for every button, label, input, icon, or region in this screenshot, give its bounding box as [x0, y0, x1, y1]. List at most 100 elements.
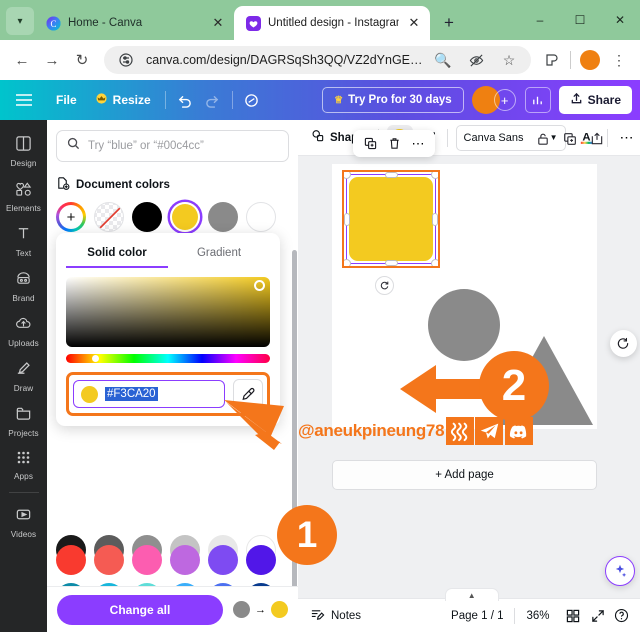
panel-footer: Change all → — [47, 586, 298, 632]
elements-icon — [15, 180, 32, 202]
change-all-button[interactable]: Change all — [57, 594, 223, 625]
share-upload-icon — [570, 92, 583, 108]
extensions-icon[interactable] — [539, 47, 565, 73]
divider — [164, 91, 166, 109]
sidebar-item-draw[interactable]: Draw — [1, 353, 46, 398]
black-swatch[interactable] — [132, 202, 162, 232]
rotate-handle-icon[interactable] — [375, 276, 394, 295]
canva-heart-icon — [246, 15, 261, 31]
grey-swatch[interactable] — [208, 202, 238, 232]
back-icon[interactable]: ← — [8, 46, 36, 74]
close-icon[interactable]: ✕ — [406, 15, 422, 31]
browser-chrome: ▾ C Home - Canva ✕ Untitled design - Ins… — [0, 0, 640, 80]
duplicate-icon[interactable] — [563, 132, 577, 149]
hex-value: #F3CA20 — [105, 387, 158, 401]
close-window-button[interactable]: ✕ — [600, 0, 640, 40]
color-swatch[interactable] — [56, 545, 86, 575]
lock-icon[interactable] — [536, 132, 550, 149]
tab-gradient[interactable]: Gradient — [168, 241, 270, 268]
more-horizontal-icon[interactable]: ⋯ — [408, 134, 428, 154]
yellow-swatch[interactable] — [170, 202, 200, 232]
site-settings-icon[interactable] — [113, 47, 139, 73]
address-bar[interactable]: canva.com/design/DAGRSqSh3QQ/VZ2dYnGE… 🔍… — [104, 46, 531, 74]
resize-button[interactable]: Resize — [86, 87, 160, 113]
add-collaborator-button[interactable]: + — [493, 89, 516, 111]
change-all-preview: → — [233, 601, 288, 618]
share-button[interactable]: Share — [558, 86, 632, 114]
file-menu-button[interactable]: File — [47, 87, 86, 113]
close-icon[interactable]: ✕ — [210, 15, 226, 31]
sidebar-item-elements[interactable]: Elements — [1, 173, 46, 218]
color-swatch[interactable] — [170, 545, 200, 575]
grid-view-icon[interactable] — [560, 609, 586, 623]
notes-button[interactable]: Notes — [310, 607, 361, 625]
tab-title: Home - Canva — [68, 17, 143, 29]
maximize-button[interactable]: ☐ — [560, 0, 600, 40]
sv-knob[interactable] — [254, 280, 265, 291]
callout-arrow-1 — [224, 400, 284, 450]
new-tab-button[interactable]: + — [436, 10, 462, 36]
fullscreen-icon[interactable] — [586, 609, 610, 623]
sidebar-item-label: Projects — [8, 429, 39, 438]
sidebar-item-label: Elements — [6, 204, 41, 213]
transparent-swatch[interactable] — [94, 202, 124, 232]
undo-icon[interactable] — [171, 87, 199, 113]
zoom-icon[interactable]: 🔍 — [430, 47, 456, 73]
minimize-button[interactable]: – — [520, 0, 560, 40]
add-comment-icon[interactable] — [609, 330, 637, 357]
circle-shape[interactable] — [428, 289, 500, 361]
try-pro-label: Try Pro for 30 days — [348, 94, 452, 106]
color-search-input[interactable]: Try “blue” or “#00c4cc” — [56, 130, 289, 162]
browser-menu-icon[interactable]: ⋮ — [606, 47, 632, 73]
browser-tab-home[interactable]: C Home - Canva ✕ — [34, 6, 234, 40]
sidebar-item-design[interactable]: Design — [1, 128, 46, 173]
change-to-color — [271, 601, 288, 618]
sidebar-item-apps[interactable]: Apps — [1, 443, 46, 486]
color-swatch[interactable] — [132, 545, 162, 575]
add-page-icon[interactable] — [590, 132, 604, 149]
cloud-sync-icon[interactable] — [238, 87, 266, 113]
magic-sparkle-icon[interactable] — [604, 556, 635, 586]
hex-input[interactable]: #F3CA20 — [73, 380, 225, 408]
duplicate-icon[interactable] — [360, 134, 380, 154]
sidebar-item-text[interactable]: Text — [1, 218, 46, 263]
color-swatch[interactable] — [94, 545, 124, 575]
profile-avatar[interactable] — [580, 50, 600, 70]
page-indicator[interactable]: Page 1 / 1 — [451, 610, 503, 622]
saturation-value-area[interactable] — [66, 277, 270, 347]
canva-icon: C — [46, 16, 61, 31]
trash-icon[interactable] — [384, 134, 404, 154]
hamburger-icon[interactable] — [0, 80, 47, 120]
sidebar-item-videos[interactable]: Videos — [1, 499, 46, 544]
insights-bar-icon[interactable] — [524, 87, 551, 113]
hue-knob[interactable] — [92, 355, 99, 362]
crown-icon — [95, 93, 108, 107]
sidebar-item-uploads[interactable]: Uploads — [1, 308, 46, 353]
color-swatch[interactable] — [208, 545, 238, 575]
hidden-eye-icon[interactable] — [463, 47, 489, 73]
sidebar-item-label: Draw — [13, 384, 34, 393]
tab-solid-color[interactable]: Solid color — [66, 241, 168, 268]
search-placeholder: Try “blue” or “#00c4cc” — [88, 140, 204, 152]
browser-tab-design[interactable]: Untitled design - Instagram ✕ — [234, 6, 430, 40]
help-circle-icon[interactable] — [610, 608, 634, 623]
try-pro-button[interactable]: ♕ Try Pro for 30 days — [322, 87, 464, 113]
sidebar-item-label: Uploads — [8, 339, 39, 348]
more-horizontal-icon[interactable]: ⋯ — [616, 127, 638, 149]
collapse-chevron-icon[interactable]: ▲ — [444, 588, 499, 601]
redo-icon[interactable] — [199, 87, 227, 113]
color-swatch[interactable] — [246, 545, 276, 575]
bookmark-star-icon[interactable]: ☆ — [496, 47, 522, 73]
white-swatch[interactable] — [246, 202, 276, 232]
zoom-level[interactable]: 36% — [526, 610, 549, 622]
hue-slider[interactable] — [66, 354, 270, 363]
add-color-swatch[interactable]: + — [56, 202, 86, 232]
sidebar-item-projects[interactable]: Projects — [1, 398, 46, 443]
forward-icon[interactable]: → — [38, 46, 66, 74]
sidebar-item-brand[interactable]: Brand — [1, 263, 46, 308]
change-from-color — [233, 601, 250, 618]
browser-toolbar: ← → ↻ canva.com/design/DAGRSqSh3QQ/VZ2dY… — [0, 40, 640, 80]
reload-icon[interactable]: ↻ — [68, 46, 96, 74]
add-page-button[interactable]: + Add page — [332, 460, 597, 490]
tab-search-button[interactable]: ▾ — [6, 7, 34, 35]
